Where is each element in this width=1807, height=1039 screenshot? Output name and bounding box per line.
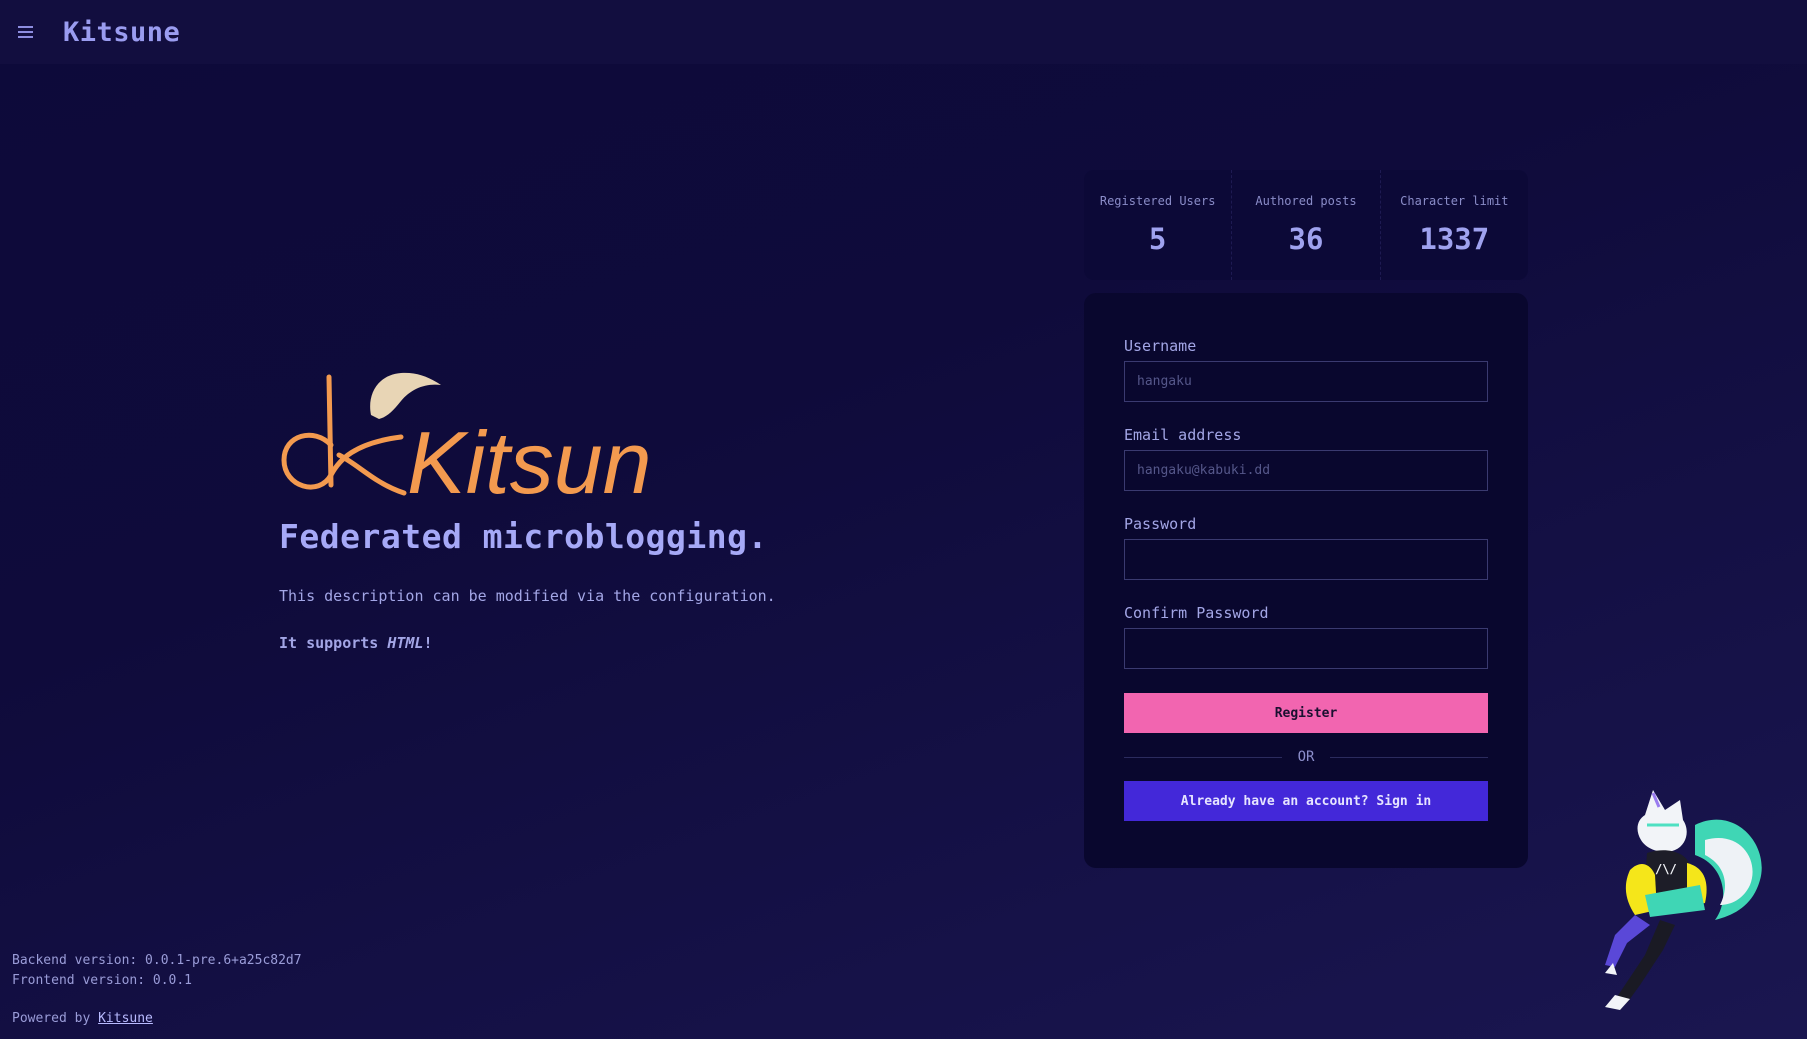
powered-prefix: Powered by (12, 1011, 99, 1026)
password-input[interactable] (1124, 539, 1488, 580)
kitsune-link[interactable]: Kitsune (98, 1011, 153, 1026)
support-prefix: It supports (279, 634, 388, 652)
frontend-version: Frontend version: 0.0.1 (12, 973, 193, 988)
register-form: Username Email address Password Confirm … (1084, 293, 1528, 868)
stat-authored-posts: Authored posts 36 (1231, 170, 1379, 280)
version-footer: Backend version: 0.0.1-pre.6+a25c82d7 Fr… (12, 951, 302, 1029)
top-navbar: Kitsune (0, 0, 1807, 64)
divider-line (1124, 756, 1282, 758)
confirm-password-label: Confirm Password (1124, 604, 1269, 622)
username-field-group: Username (1124, 337, 1488, 402)
sign-in-button[interactable]: Already have an account? Sign in (1124, 781, 1488, 821)
instance-stats: Registered Users 5 Authored posts 36 Cha… (1084, 170, 1528, 280)
email-label: Email address (1124, 426, 1242, 444)
hero-section: Kitsune Federated microblogging. This de… (279, 365, 799, 652)
password-field-group: Password (1124, 515, 1488, 580)
html-support-note: It supports HTML! (279, 634, 799, 652)
hamburger-menu-icon[interactable] (18, 22, 38, 42)
or-divider: OR (1124, 749, 1489, 765)
confirm-password-input[interactable] (1124, 628, 1488, 669)
fox-mascot-illustration: /\/ (1605, 790, 1762, 1010)
email-field-group: Email address (1124, 426, 1488, 491)
support-suffix: ! (423, 634, 433, 652)
register-button[interactable]: Register (1124, 693, 1488, 733)
username-label: Username (1124, 337, 1197, 355)
stat-value: 36 (1288, 222, 1324, 256)
svg-text:/\/: /\/ (1655, 862, 1677, 876)
stat-label: Authored posts (1255, 194, 1357, 208)
email-input[interactable] (1124, 450, 1488, 491)
or-label: OR (1297, 749, 1315, 765)
divider-line (1330, 756, 1489, 758)
description: This description can be modified via the… (279, 587, 776, 605)
logo-wordmark: Kitsune (407, 413, 649, 505)
stat-registered-users: Registered Users 5 (1084, 170, 1231, 280)
support-em: HTML (387, 634, 424, 652)
kitsune-logo: Kitsune (281, 372, 649, 505)
stat-label: Registered Users (1099, 194, 1216, 208)
username-input[interactable] (1124, 361, 1488, 402)
stat-value: 1337 (1419, 222, 1490, 256)
confirm-password-field-group: Confirm Password (1124, 604, 1488, 669)
stat-character-limit: Character limit 1337 (1379, 170, 1528, 280)
stat-value: 5 (1148, 222, 1167, 256)
tagline: Federated microblogging. (279, 517, 768, 556)
backend-version: Backend version: 0.0.1-pre.6+a25c82d7 (12, 953, 302, 968)
password-label: Password (1124, 515, 1197, 533)
brand-title[interactable]: Kitsune (63, 17, 180, 48)
stat-label: Character limit (1400, 194, 1509, 208)
powered-by: Powered by Kitsune (12, 1009, 302, 1029)
